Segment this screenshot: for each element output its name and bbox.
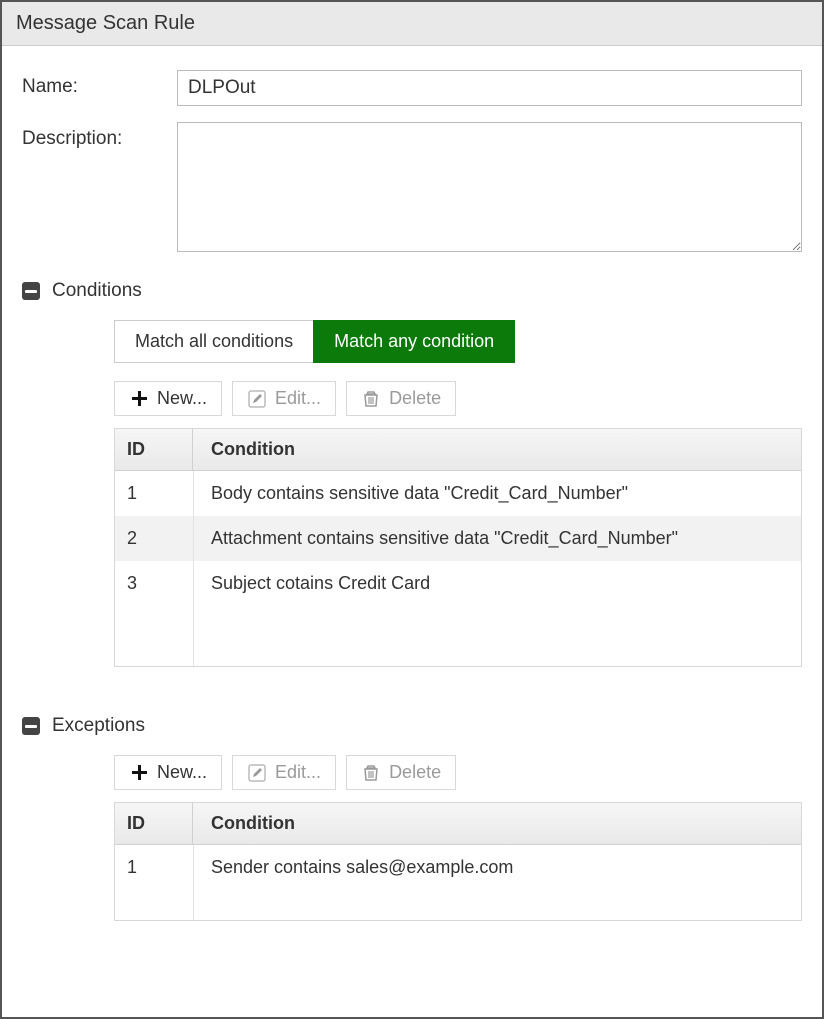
conditions-header[interactable]: Conditions <box>22 280 802 302</box>
match-mode-toggle: Match all conditions Match any condition <box>114 320 802 363</box>
table-row[interactable]: 3 Subject cotains Credit Card <box>115 561 801 606</box>
cell-condition: Body contains sensitive data "Credit_Car… <box>193 471 801 516</box>
exceptions-body: New... Edit... Delete <box>22 755 802 921</box>
pencil-icon <box>247 763 267 783</box>
cell-condition: Sender contains sales@example.com <box>193 845 801 890</box>
plus-icon <box>129 389 149 409</box>
pencil-icon <box>247 389 267 409</box>
trash-icon <box>361 389 381 409</box>
conditions-body: Match all conditions Match any condition… <box>22 320 802 667</box>
cell-id: 1 <box>115 845 193 890</box>
exceptions-table: ID Condition 1 Sender contains sales@exa… <box>114 802 802 921</box>
name-input[interactable] <box>177 70 802 106</box>
cell-id: 1 <box>115 471 193 516</box>
conditions-edit-label: Edit... <box>275 388 321 409</box>
conditions-col-condition[interactable]: Condition <box>193 429 801 470</box>
conditions-table: ID Condition 1 Body contains sensitive d… <box>114 428 802 667</box>
description-input[interactable] <box>177 122 802 252</box>
conditions-table-body: 1 Body contains sensitive data "Credit_C… <box>115 471 801 666</box>
conditions-delete-label: Delete <box>389 388 441 409</box>
conditions-table-header: ID Condition <box>115 429 801 471</box>
message-scan-rule-window: Message Scan Rule Name: Description: Con… <box>0 0 824 1019</box>
exceptions-new-button[interactable]: New... <box>114 755 222 790</box>
description-label: Description: <box>22 122 177 150</box>
cell-id: 3 <box>115 561 193 606</box>
name-row: Name: <box>22 70 802 106</box>
collapse-icon <box>22 282 40 300</box>
exceptions-section: Exceptions New... Edit... <box>22 715 802 921</box>
cell-condition: Subject cotains Credit Card <box>193 561 801 606</box>
conditions-title: Conditions <box>52 280 142 302</box>
panel-title-text: Message Scan Rule <box>16 12 195 34</box>
exceptions-table-header: ID Condition <box>115 803 801 845</box>
cell-id: 2 <box>115 516 193 561</box>
exceptions-toolbar: New... Edit... Delete <box>114 755 802 790</box>
conditions-new-button[interactable]: New... <box>114 381 222 416</box>
description-row: Description: <box>22 122 802 252</box>
exceptions-delete-label: Delete <box>389 762 441 783</box>
exceptions-edit-button[interactable]: Edit... <box>232 755 336 790</box>
exceptions-table-body: 1 Sender contains sales@example.com <box>115 845 801 920</box>
trash-icon <box>361 763 381 783</box>
conditions-toolbar: New... Edit... Delete <box>114 381 802 416</box>
table-row[interactable]: 1 Sender contains sales@example.com <box>115 845 801 890</box>
table-row[interactable]: 1 Body contains sensitive data "Credit_C… <box>115 471 801 516</box>
exceptions-col-condition[interactable]: Condition <box>193 803 801 844</box>
exceptions-delete-button[interactable]: Delete <box>346 755 456 790</box>
conditions-new-label: New... <box>157 388 207 409</box>
conditions-col-id[interactable]: ID <box>115 429 193 470</box>
exceptions-edit-label: Edit... <box>275 762 321 783</box>
table-spacer <box>115 606 801 666</box>
exceptions-header[interactable]: Exceptions <box>22 715 802 737</box>
cell-condition: Attachment contains sensitive data "Cred… <box>193 516 801 561</box>
conditions-section: Conditions Match all conditions Match an… <box>22 280 802 667</box>
name-label: Name: <box>22 70 177 98</box>
plus-icon <box>129 763 149 783</box>
exceptions-title: Exceptions <box>52 715 145 737</box>
conditions-edit-button[interactable]: Edit... <box>232 381 336 416</box>
conditions-delete-button[interactable]: Delete <box>346 381 456 416</box>
exceptions-col-id[interactable]: ID <box>115 803 193 844</box>
match-all-button[interactable]: Match all conditions <box>114 320 314 363</box>
column-divider <box>193 471 194 666</box>
exceptions-new-label: New... <box>157 762 207 783</box>
content-area: Name: Description: Conditions Match all … <box>2 46 822 941</box>
panel-title: Message Scan Rule <box>2 2 822 46</box>
collapse-icon <box>22 717 40 735</box>
match-any-button[interactable]: Match any condition <box>313 320 515 363</box>
table-spacer <box>115 890 801 920</box>
table-row[interactable]: 2 Attachment contains sensitive data "Cr… <box>115 516 801 561</box>
column-divider <box>193 845 194 920</box>
